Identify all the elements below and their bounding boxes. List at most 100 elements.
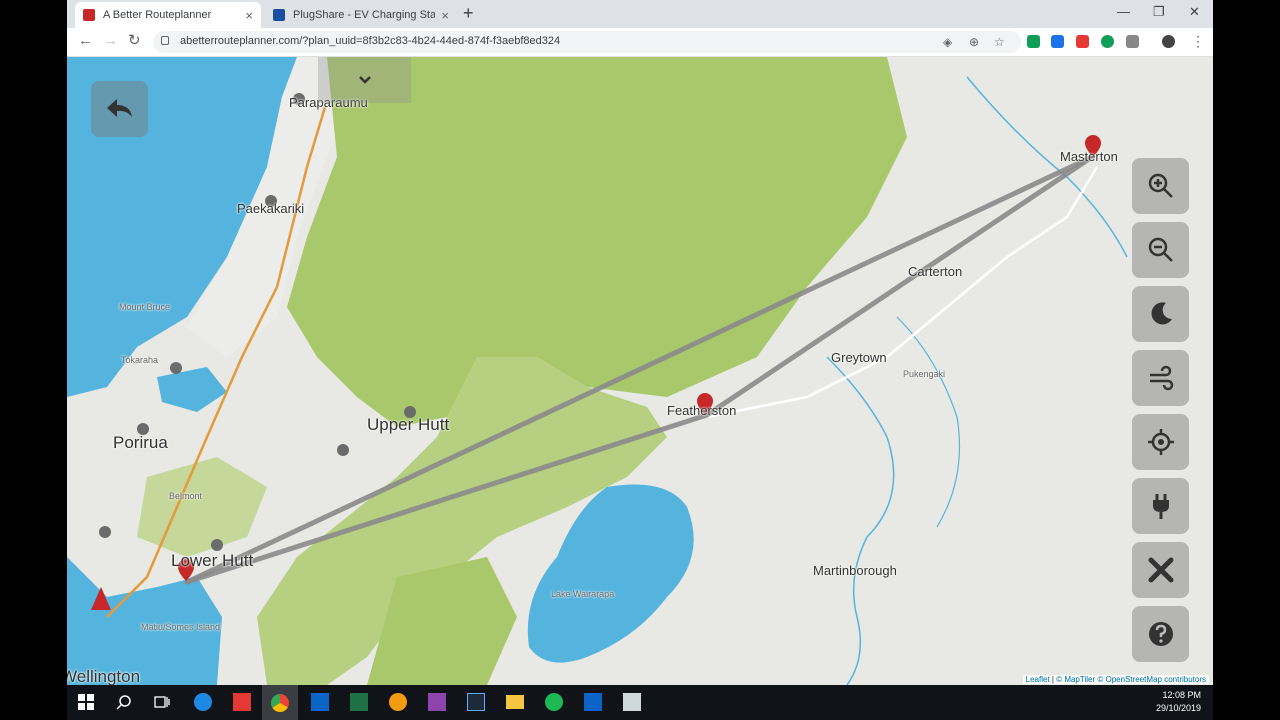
map-attribution: Leaflet | © MapTiler © OpenStreetMap con…	[1022, 675, 1209, 684]
save-icon[interactable]	[621, 691, 643, 713]
place-label: Pukengaki	[903, 369, 946, 379]
route-map[interactable]: Paraparaumu Paekakariki Porirua Upper Hu…	[67, 57, 1213, 685]
chevron-down-icon	[358, 76, 371, 84]
place-label: Paekakariki	[237, 201, 305, 216]
porirua-harbour	[157, 367, 227, 412]
charger-pin[interactable]	[99, 526, 111, 538]
edge-icon[interactable]	[192, 691, 214, 713]
tab-title: PlugShare - EV Charging Station	[293, 9, 436, 21]
wind-icon	[1149, 365, 1173, 391]
teams-icon[interactable]	[426, 691, 448, 713]
url-text[interactable]: abetterrouteplanner.com/?plan_uuid=8f3b2…	[180, 35, 560, 47]
zoom-out-icon	[1148, 237, 1173, 262]
leaflet-link[interactable]: Leaflet	[1026, 675, 1050, 684]
star-icon[interactable]: ☆	[994, 35, 1005, 49]
task-view-icon[interactable]	[151, 691, 173, 713]
chrome-icon[interactable]	[262, 685, 298, 720]
tab-abrp[interactable]: A Better Routeplanner ×	[75, 2, 261, 28]
zoom-in-icon	[1148, 173, 1173, 198]
place-label: Upper Hutt	[367, 415, 450, 434]
place-label: Wellington	[67, 667, 141, 685]
help-icon	[1148, 622, 1173, 646]
location-icon[interactable]: ◈	[943, 35, 952, 49]
forward-button[interactable]: →	[103, 32, 118, 50]
cloud-extension-icon[interactable]	[1126, 35, 1139, 48]
locate-button[interactable]	[1132, 414, 1189, 470]
new-tab-button[interactable]: +	[463, 4, 474, 22]
back-to-plan-button[interactable]	[91, 81, 148, 137]
place-label: Greytown	[831, 350, 887, 365]
back-arrow-icon	[106, 99, 132, 117]
app-icon[interactable]	[387, 691, 409, 713]
address-bar[interactable]: abetterrouteplanner.com/?plan_uuid=8f3b2…	[153, 31, 1021, 53]
abrp-favicon-icon	[83, 9, 95, 21]
place-label: Martinborough	[813, 563, 897, 578]
moon-icon	[1151, 302, 1172, 325]
plug-icon	[1152, 494, 1169, 519]
zoom-out-button[interactable]	[1132, 222, 1189, 278]
place-label: Lake Wairarapa	[551, 589, 615, 599]
place-label: Carterton	[908, 264, 963, 279]
clock-time: 12:08 PM	[1162, 690, 1201, 700]
charger-pin[interactable]	[337, 444, 349, 456]
search-icon[interactable]	[113, 691, 135, 713]
close-window-button[interactable]: ✕	[1189, 4, 1200, 20]
place-label: Belmont	[169, 491, 203, 501]
browser-toolbar: ← → ↻ abetterrouteplanner.com/?plan_uuid…	[67, 28, 1213, 57]
clock-date: 29/10/2019	[1155, 703, 1201, 713]
file-explorer-icon[interactable]	[504, 691, 526, 713]
map-tiles	[67, 57, 1128, 685]
add-icon[interactable]: ⊕	[969, 35, 979, 49]
excel-icon[interactable]	[348, 691, 370, 713]
reload-button[interactable]: ↻	[128, 32, 141, 50]
place-label: Tokaraha	[121, 355, 159, 365]
river-east	[896, 316, 961, 528]
place-label: Mount Bruce	[119, 302, 171, 312]
lightroom-icon[interactable]	[465, 691, 487, 713]
zoom-in-button[interactable]	[1132, 158, 1189, 214]
extension-icon[interactable]	[1027, 35, 1040, 48]
tab-strip: A Better Routeplanner × PlugShare - EV C…	[67, 0, 1213, 28]
osm-link[interactable]: © OpenStreetMap contributors	[1097, 675, 1206, 684]
place-label: Porirua	[113, 433, 168, 452]
screen: A Better Routeplanner × PlugShare - EV C…	[67, 0, 1213, 720]
collapse-panel-button[interactable]	[318, 57, 411, 103]
place-label: Featherston	[667, 403, 737, 418]
ruamahanga-river	[826, 356, 895, 685]
wind-button[interactable]	[1132, 350, 1189, 406]
close-icon	[1148, 557, 1173, 583]
place-label: Matiu/Somes Island	[141, 622, 221, 632]
tab-close-icon[interactable]: ×	[245, 8, 253, 23]
menu-icon[interactable]: ⋮	[1191, 32, 1205, 50]
minimize-button[interactable]: —	[1117, 4, 1130, 19]
night-mode-button[interactable]	[1132, 286, 1189, 342]
tab-plugshare[interactable]: PlugShare - EV Charging Station ×	[265, 2, 457, 28]
plugshare-favicon-icon	[273, 9, 285, 21]
tab-close-icon[interactable]: ×	[441, 8, 449, 23]
place-label: Lower Hutt	[171, 551, 254, 570]
maptiler-link[interactable]: © MapTiler	[1056, 675, 1095, 684]
charger-pin[interactable]	[170, 362, 182, 374]
tararua-range	[287, 57, 907, 427]
windows-start-icon[interactable]	[75, 691, 97, 713]
pdf-extension-icon[interactable]	[1076, 35, 1089, 48]
charger-filter-button[interactable]	[1132, 478, 1189, 534]
profile-avatar[interactable]	[1162, 35, 1175, 48]
hills-porirua	[137, 457, 267, 557]
outlook-2-icon[interactable]	[582, 691, 604, 713]
charger-pin[interactable]	[211, 539, 223, 551]
clear-route-button[interactable]	[1132, 542, 1189, 598]
place-label: Masterton	[1060, 149, 1118, 164]
back-button[interactable]: ←	[78, 32, 93, 50]
tab-title: A Better Routeplanner	[103, 9, 212, 21]
outlook-icon[interactable]	[309, 691, 331, 713]
system-clock[interactable]: 12:08 PM 29/10/2019	[1156, 689, 1201, 715]
help-button[interactable]	[1132, 606, 1189, 662]
lock-icon	[161, 36, 169, 45]
locate-icon	[1147, 429, 1174, 455]
acrobat-icon[interactable]	[231, 691, 253, 713]
skype-extension-icon[interactable]	[1051, 35, 1064, 48]
grammarly-extension-icon[interactable]	[1101, 35, 1114, 48]
restore-button[interactable]: ❐	[1153, 4, 1165, 20]
spotify-icon[interactable]	[543, 691, 565, 713]
